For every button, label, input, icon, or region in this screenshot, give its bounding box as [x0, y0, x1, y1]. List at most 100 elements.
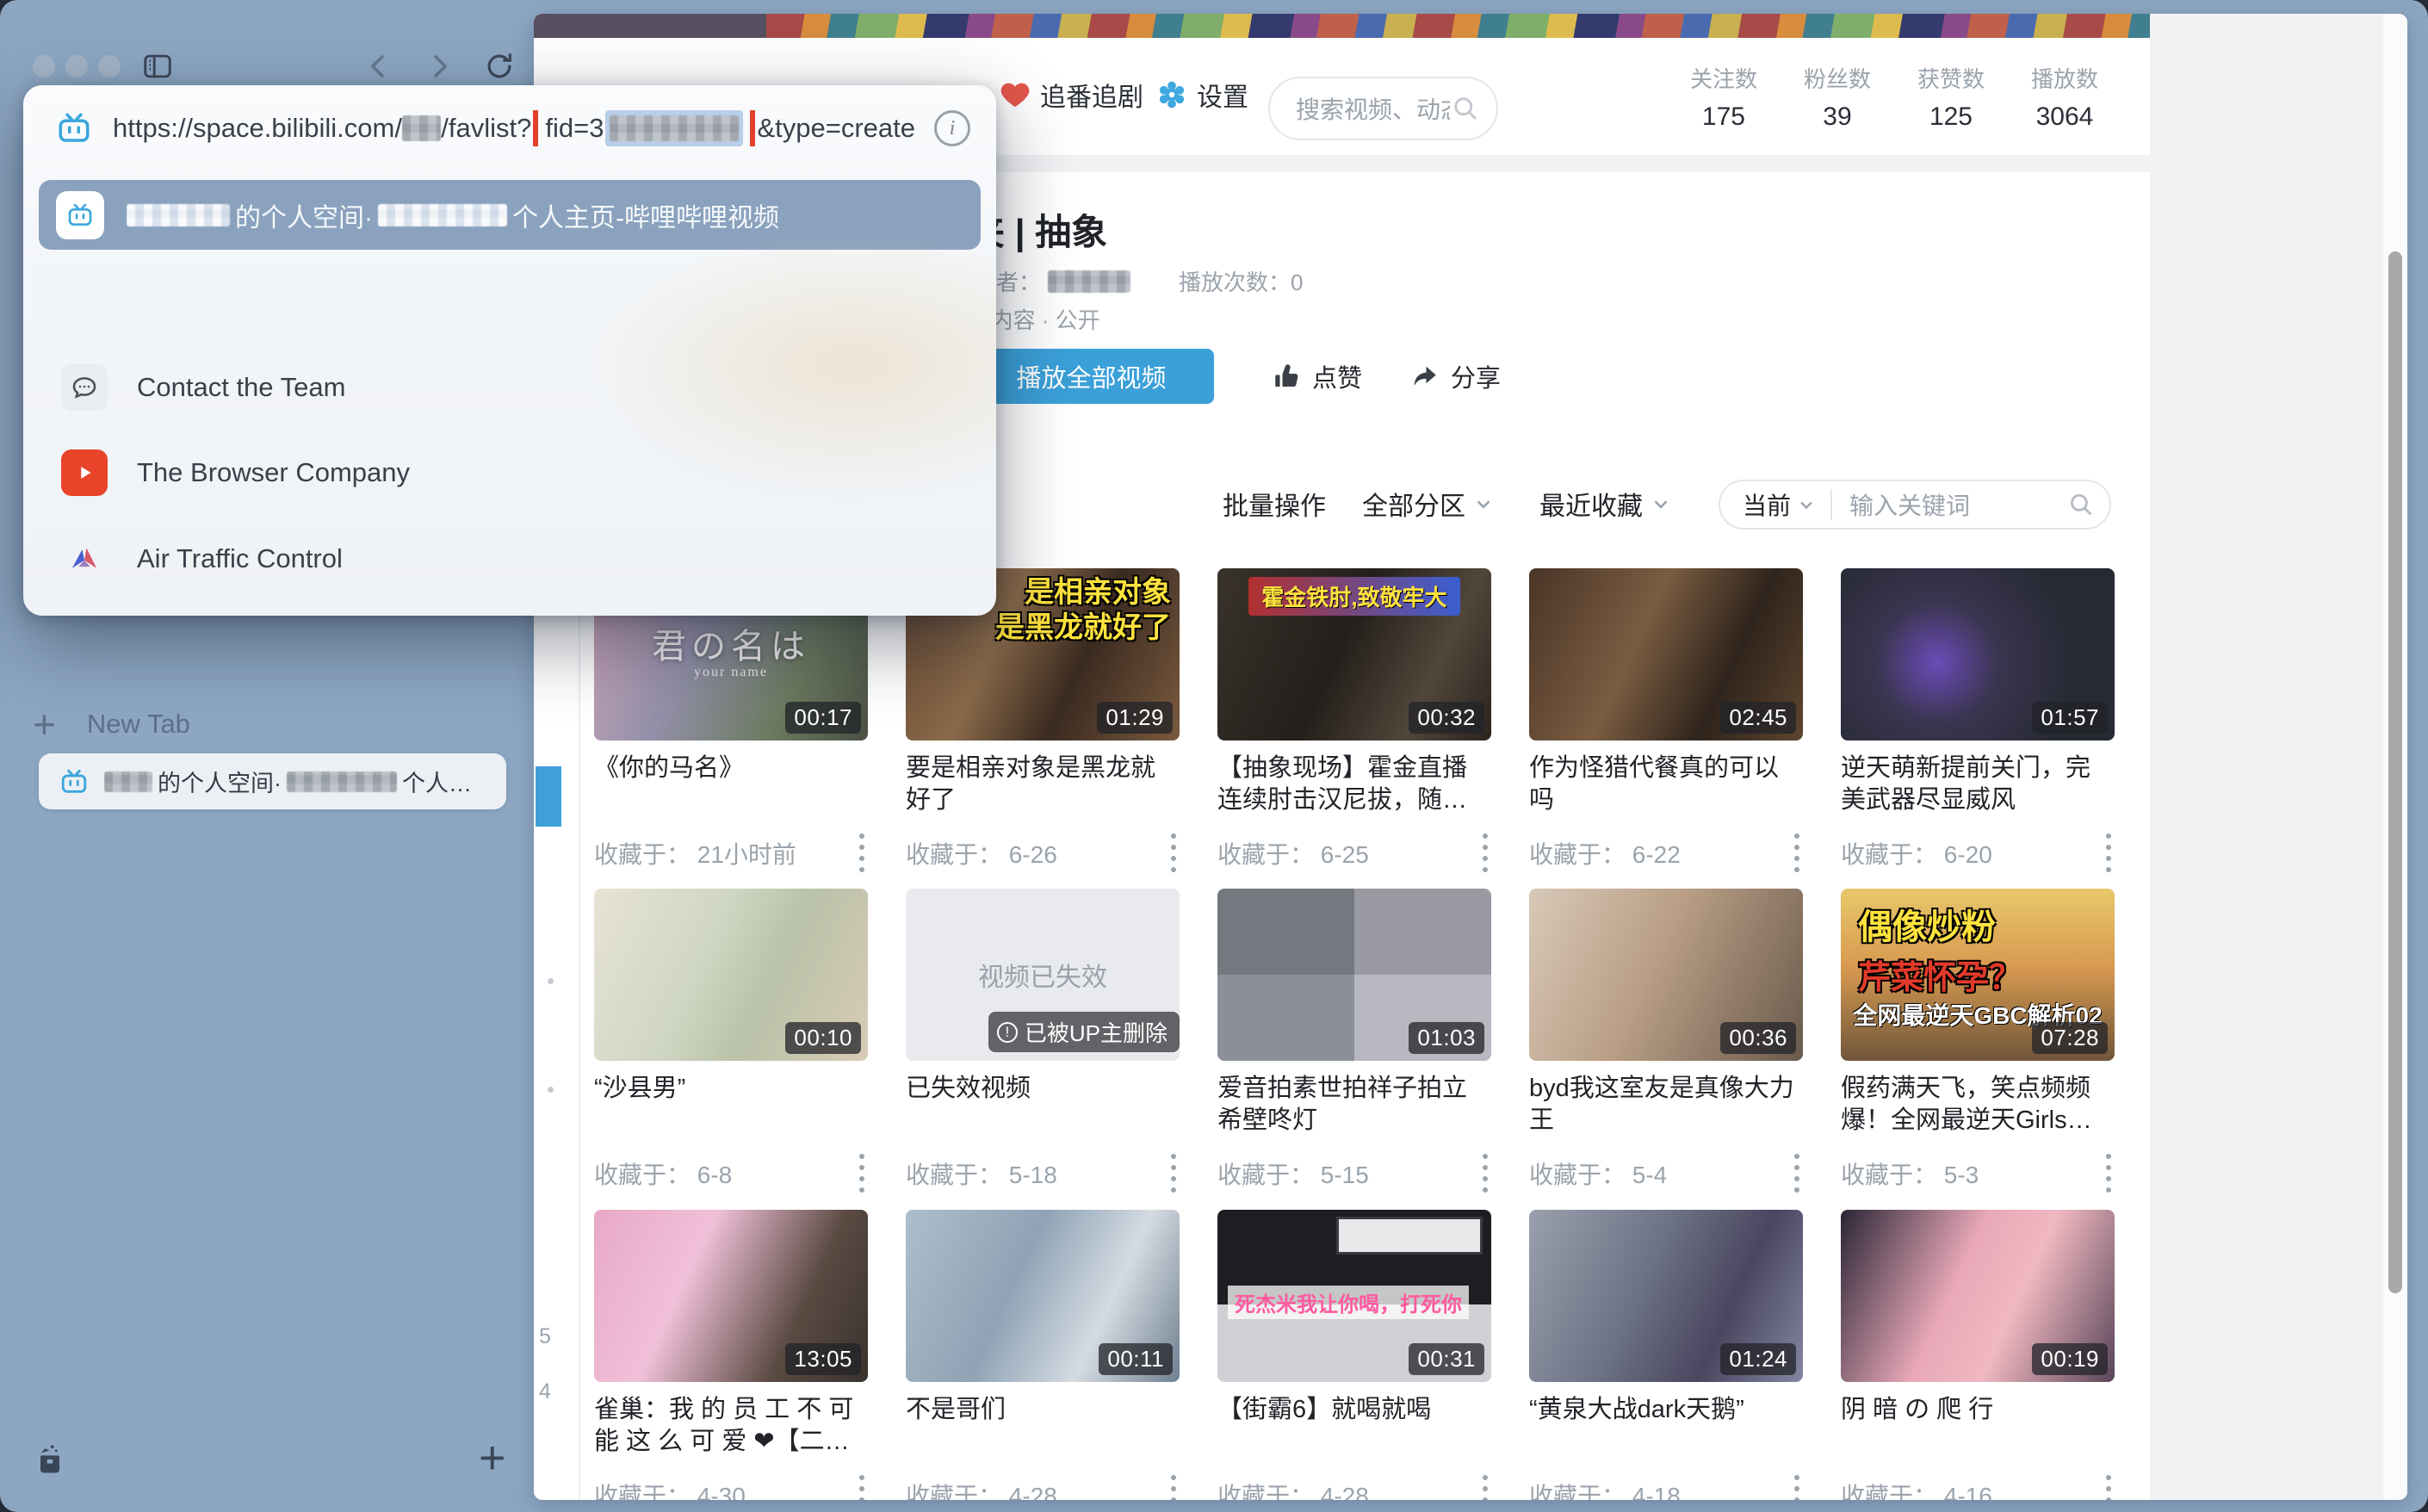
kebab-menu-icon[interactable] — [1171, 1475, 1180, 1500]
video-thumbnail[interactable]: 00:10 — [594, 889, 868, 1061]
video-thumbnail[interactable]: 13:05 — [594, 1210, 868, 1382]
kebab-menu-icon[interactable] — [1483, 833, 1491, 872]
search-icon[interactable] — [2066, 490, 2109, 519]
omnibox-suggestion[interactable]: Air Traffic Control — [39, 519, 981, 598]
video-title[interactable]: 要是相亲对象是黑龙就好了 — [906, 753, 1180, 816]
video-thumbnail[interactable]: 01:24 — [1529, 1210, 1803, 1382]
scope-dropdown[interactable]: 当前 — [1720, 487, 1830, 522]
video-title[interactable]: 【抽象现场】霍金直播连续肘击汉尼拔，随后直播间被封 — [1217, 753, 1491, 816]
omnibox-suggestion[interactable]: The Browser Company — [39, 433, 981, 512]
favorited-date-row: 收藏于： 5-3 — [1841, 1154, 2115, 1193]
keyword-input[interactable]: 输入关键词 — [1832, 487, 2066, 522]
video-thumbnail[interactable]: 00:11 — [906, 1210, 1180, 1382]
video-card[interactable]: 00:10“沙县男”收藏于： 6-8 — [594, 889, 868, 1105]
favorited-date-row: 收藏于： 4-28 — [1217, 1475, 1491, 1500]
library-archive-icon[interactable] — [31, 1440, 69, 1478]
kebab-menu-icon[interactable] — [2106, 833, 2115, 872]
video-title[interactable]: 不是哥们 — [906, 1394, 1180, 1426]
omnibox-suggestion-selected[interactable]: 的个人空间· 个人主页-哔哩哔哩视频 — [39, 180, 981, 250]
kebab-menu-icon[interactable] — [2106, 1475, 2115, 1500]
active-tab[interactable]: 的个人空间· 个人… — [39, 753, 506, 809]
video-title[interactable]: “沙县男” — [594, 1073, 868, 1105]
stat-value: 39 — [1823, 102, 1851, 132]
video-thumbnail[interactable]: 霍金铁肘,致敬牢大00:32 — [1217, 568, 1491, 741]
video-card[interactable]: 偶像炒粉芹菜怀孕？全网最逆天GBC解析0207:28 假药满天飞，笑点频频爆！全网… — [1841, 889, 2115, 1137]
video-thumbnail[interactable]: 02:45 — [1529, 568, 1803, 741]
kebab-menu-icon[interactable] — [1794, 1475, 1803, 1500]
kebab-menu-icon[interactable] — [1483, 1154, 1491, 1193]
video-title[interactable]: 《你的马名》 — [594, 753, 868, 784]
video-title[interactable]: 已失效视频 — [906, 1073, 1180, 1105]
category-dropdown[interactable]: 全部分区 — [1362, 476, 1495, 531]
page-scrollbar[interactable] — [2383, 14, 2407, 1500]
video-title[interactable]: 【街霸6】就喝就喝 — [1217, 1394, 1491, 1426]
video-card[interactable]: 00:36byd我这室友是真像大力王收藏于： 5-4 — [1529, 889, 1803, 1137]
settings-link[interactable]: 设置 — [1155, 76, 1248, 114]
video-card[interactable]: 视频已失效 !已被UP主删除已失效视频收藏于： 5-18 — [906, 889, 1180, 1105]
new-tab-button[interactable]: + New Tab — [33, 704, 190, 744]
stat-item[interactable]: 播放数3064 — [2031, 62, 2098, 132]
scrollbar-thumb[interactable] — [2388, 251, 2402, 1293]
forward-button[interactable] — [422, 50, 456, 83]
video-card[interactable]: 02:45作为怪猎代餐真的可以吗收藏于： 6-22 — [1529, 568, 1803, 816]
kebab-menu-icon[interactable] — [1171, 833, 1180, 872]
omnibox-suggestion[interactable]: Tips for Organizing — [39, 604, 981, 616]
video-title[interactable]: byd我这室友是真像大力王 — [1529, 1073, 1803, 1137]
video-title[interactable]: 阴 暗 の 爬 行 — [1841, 1394, 2115, 1426]
sort-dropdown[interactable]: 最近收藏 — [1539, 476, 1672, 531]
duration-badge: 01:57 — [2032, 702, 2108, 734]
window-zoom-button[interactable] — [98, 55, 121, 77]
video-title[interactable]: 作为怪猎代餐真的可以吗 — [1529, 753, 1803, 816]
left-nav-selected-item[interactable] — [536, 766, 561, 827]
omnibox-suggestion[interactable]: Contact the Team — [39, 348, 981, 427]
video-thumbnail[interactable]: 01:03 — [1217, 889, 1491, 1061]
video-card[interactable]: 死杰米我让你喝，打死你00:31【街霸6】就喝就喝收藏于： 4-28 — [1217, 1210, 1491, 1426]
sidebar-toggle-icon[interactable] — [140, 50, 175, 83]
reload-button[interactable] — [482, 50, 517, 83]
video-thumbnail[interactable]: 视频已失效 !已被UP主删除 — [906, 889, 1180, 1061]
window-minimize-button[interactable] — [65, 55, 88, 77]
video-thumbnail[interactable]: 00:19 — [1841, 1210, 2115, 1382]
url-bar[interactable]: https://space.bilibili.com//favlist?fid=… — [23, 85, 996, 171]
stat-item[interactable]: 获赞数125 — [1917, 62, 1985, 132]
video-card[interactable]: 00:19阴 暗 の 爬 行收藏于： 4-16 — [1841, 1210, 2115, 1426]
bangumi-link[interactable]: 追番追剧 — [999, 76, 1143, 114]
video-title[interactable]: 假药满天飞，笑点频频爆！全网最逆天Girls Band Cry解析 — [1841, 1073, 2115, 1137]
kebab-menu-icon[interactable] — [1171, 1154, 1180, 1193]
kebab-menu-icon[interactable] — [859, 833, 868, 872]
video-thumbnail[interactable]: 01:57 — [1841, 568, 2115, 741]
stat-label: 粉丝数 — [1804, 62, 1871, 94]
video-title[interactable]: 逆天萌新提前关门，完美武器尽显威风 — [1841, 753, 2115, 816]
video-title[interactable]: “黄泉大战dark天鹅” — [1529, 1394, 1803, 1426]
video-title[interactable]: 爱音拍素世拍祥子拍立希壁咚灯 — [1217, 1073, 1491, 1137]
video-title[interactable]: 雀巢：我 的 员 工 不 可 能 这 么 可 爱 ❤【二次元爆改 — [594, 1394, 868, 1458]
info-icon[interactable]: i — [934, 110, 970, 146]
kebab-menu-icon[interactable] — [2106, 1154, 2115, 1193]
video-thumbnail[interactable]: 偶像炒粉芹菜怀孕？全网最逆天GBC解析0207:28 — [1841, 889, 2115, 1061]
kebab-menu-icon[interactable] — [1483, 1475, 1491, 1500]
stat-item[interactable]: 粉丝数 39 — [1804, 62, 1871, 132]
video-card[interactable]: 01:57逆天萌新提前关门，完美武器尽显威风收藏于： 6-20 — [1841, 568, 2115, 816]
video-card[interactable]: 13:05雀巢：我 的 员 工 不 可 能 这 么 可 爱 ❤【二次元爆改收藏于… — [594, 1210, 868, 1458]
video-thumbnail[interactable]: 死杰米我让你喝，打死你00:31 — [1217, 1210, 1491, 1382]
kebab-menu-icon[interactable] — [1794, 833, 1803, 872]
video-card[interactable]: 01:24“黄泉大战dark天鹅”收藏于： 4-18 — [1529, 1210, 1803, 1426]
new-space-plus-icon[interactable]: + — [479, 1431, 506, 1484]
batch-operation-button[interactable]: 批量操作 — [1223, 476, 1326, 531]
window-close-button[interactable] — [33, 55, 55, 77]
back-button[interactable] — [362, 50, 396, 83]
video-card[interactable]: 01:03爱音拍素世拍祥子拍立希壁咚灯收藏于： 5-15 — [1217, 889, 1491, 1137]
space-search-input[interactable]: 搜索视频、动态 — [1268, 77, 1498, 140]
url-text[interactable]: https://space.bilibili.com//favlist?fid=… — [113, 110, 915, 146]
play-all-button[interactable]: 播放全部视频 — [969, 349, 1214, 404]
kebab-menu-icon[interactable] — [859, 1154, 868, 1193]
video-thumbnail[interactable]: 00:36 — [1529, 889, 1803, 1061]
share-button[interactable]: 分享 — [1409, 349, 1501, 404]
like-button[interactable]: 点赞 — [1271, 349, 1362, 404]
stat-item[interactable]: 关注数175 — [1690, 62, 1757, 132]
kebab-menu-icon[interactable] — [1794, 1154, 1803, 1193]
kebab-menu-icon[interactable] — [859, 1475, 868, 1500]
search-icon[interactable] — [1450, 93, 1481, 124]
video-card[interactable]: 霍金铁肘,致敬牢大00:32【抽象现场】霍金直播连续肘击汉尼拔，随后直播间被封收… — [1217, 568, 1491, 816]
video-card[interactable]: 00:11不是哥们收藏于： 4-28 — [906, 1210, 1180, 1426]
